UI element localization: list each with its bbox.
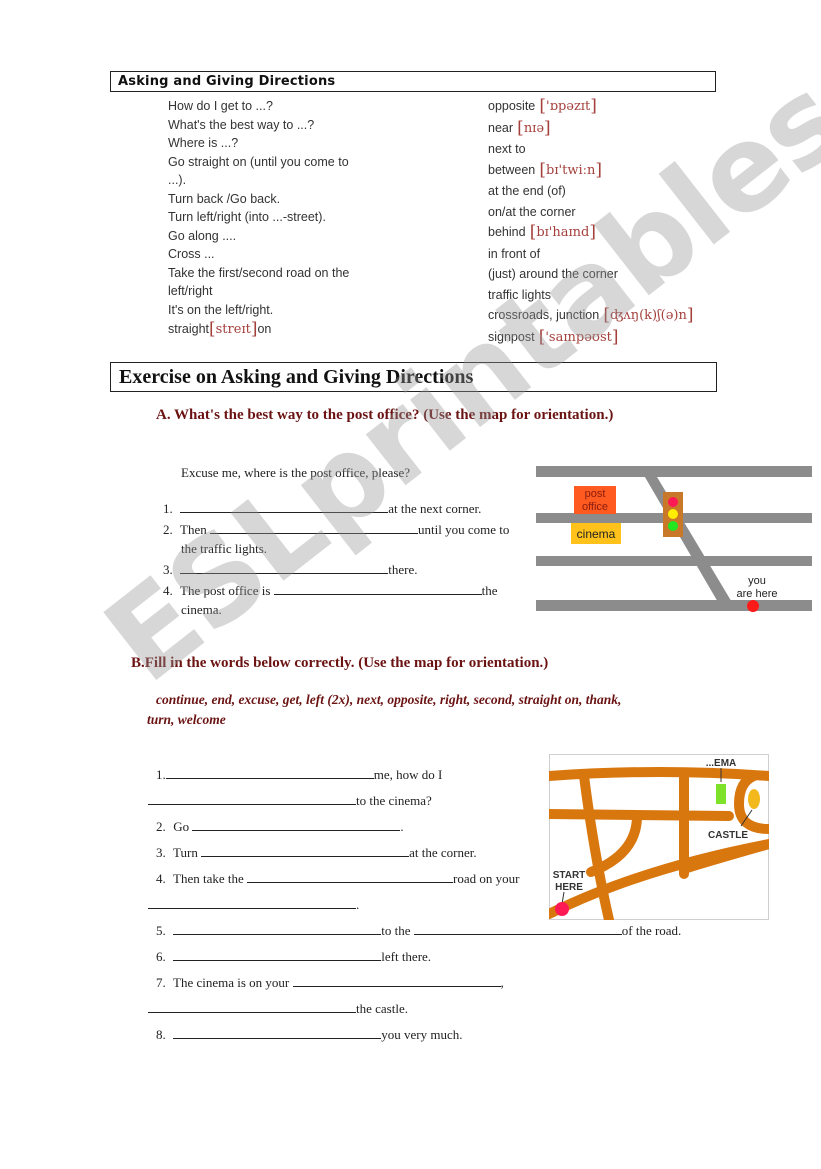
part-b-item-6: 6. left there.: [156, 947, 432, 964]
phrase-straight-on: straight[streɪt]on: [168, 319, 272, 339]
phonetic: [streɪt]: [209, 319, 258, 339]
answer-blank[interactable]: [180, 560, 389, 574]
cinema-label: cinema: [577, 527, 616, 541]
castle-building: [748, 789, 760, 809]
vocabulary-item: behind [bɪ'haɪnd]: [488, 222, 596, 242]
reference-title: Asking and Giving Directions: [118, 74, 336, 89]
part-b-item-8: 8. you very much.: [156, 1025, 463, 1042]
part-a-items: 1. at the next corner. 2. Then until you…: [163, 499, 533, 619]
phrase-list: How do I get to ...? What's the best way…: [168, 97, 398, 340]
phrase: Take the first/second road on the: [168, 265, 350, 280]
part-b-item-7: 7. The cinema is on your ,: [156, 973, 504, 990]
phrase: Cross ...: [168, 247, 215, 261]
cinema-label: ...EMA: [706, 758, 737, 769]
you-are-here-label-1: you: [748, 575, 766, 587]
part-a-item-3: 3. there.: [163, 560, 418, 577]
answer-blank[interactable]: [173, 921, 382, 935]
answer-blank[interactable]: [180, 499, 389, 513]
part-b-item-7-cont: the castle.: [148, 996, 708, 1022]
phrase: How do I get to ...?: [168, 99, 273, 113]
answer-blank[interactable]: [165, 765, 374, 779]
vocabulary-item: next to: [488, 142, 526, 156]
answer-blank[interactable]: [148, 791, 356, 805]
answer-blank[interactable]: [413, 921, 622, 935]
vocabulary-item: signpost ['saɪnpəʊst]: [488, 326, 619, 347]
start-label-2: HERE: [555, 882, 583, 893]
answer-blank[interactable]: [292, 973, 501, 987]
you-are-here-label-2: are here: [737, 588, 778, 600]
vocabulary-item: traffic lights: [488, 287, 551, 302]
reference-title-box: Asking and Giving Directions: [110, 71, 716, 92]
word-bank: continue, end, excuse, get, left (2x), n…: [147, 692, 622, 727]
vocabulary-item: on/at the corner: [488, 204, 576, 219]
castle-label: CASTLE: [708, 830, 748, 841]
phrase: Go straight on (until you come to: [168, 154, 349, 169]
vocabulary-item: in front of: [488, 246, 541, 261]
start-marker: [555, 902, 569, 916]
part-b-heading: B.Fill in the words below correctly. (Us…: [131, 655, 549, 671]
phrase: Go along ....: [168, 228, 237, 243]
phrase: Turn back /Go back.: [168, 191, 281, 206]
vocabulary-item: at the end (of): [488, 184, 566, 198]
phrase: It's on the left/right.: [168, 302, 274, 317]
phrase: left/right: [168, 284, 213, 298]
answer-blank[interactable]: [273, 581, 482, 595]
answer-blank[interactable]: [201, 843, 410, 857]
exercise-title: Exercise on Asking and Giving Directions: [119, 366, 474, 388]
cinema-building: [716, 784, 726, 804]
phonetic: [bɪ'haɪnd]: [529, 222, 596, 242]
vocabulary-list: opposite ['ɒpəzɪt] near [nɪə] next to betwe…: [488, 96, 723, 348]
answer-blank[interactable]: [173, 947, 382, 961]
part-a-heading: A. What's the best way to the post offic…: [156, 407, 614, 423]
answer-blank[interactable]: [247, 869, 454, 883]
part-a-item-2: 2. Then until you come to: [163, 520, 510, 537]
phonetic: [nɪə]: [517, 117, 551, 138]
part-a-item-4-cont: cinema.: [181, 602, 222, 617]
start-label-1: START: [553, 870, 586, 881]
exercise-title-box: Exercise on Asking and Giving Directions: [110, 362, 717, 392]
phrase: What's the best way to ...?: [168, 117, 315, 132]
vocabulary-item: between [bɪ'twiːn]: [488, 159, 603, 180]
part-a-item-2-cont: the traffic lights.: [181, 541, 268, 556]
vocabulary-item: (just) around the corner: [488, 267, 618, 281]
phonetic: [ʤʌŋ(k)ʃ(ə)n]: [603, 305, 694, 325]
phrase: Turn left/right (into ...-street).: [168, 210, 326, 224]
part-b-item-5: 5. to the of the road.: [156, 921, 682, 938]
post-office-label-1: post: [585, 488, 606, 500]
phonetic: [bɪ'twiːn]: [539, 159, 603, 180]
road: [536, 600, 812, 611]
you-are-here-marker: [747, 600, 759, 612]
vocabulary-item: near [nɪə]: [488, 117, 551, 138]
answer-blank[interactable]: [209, 520, 418, 534]
post-office-label-2: office: [582, 501, 608, 513]
answer-blank[interactable]: [148, 999, 356, 1013]
phonetic: ['saɪnpəʊst]: [538, 326, 619, 347]
map-cinema: ...EMA CASTLE START HERE: [549, 754, 769, 920]
map-post-office: post office cinema you are here: [536, 462, 812, 614]
phrase: Where is ...?: [168, 136, 239, 150]
vocabulary-item: crossroads, junction [ʤʌŋ(k)ʃ(ə)n]: [488, 305, 694, 325]
road: [536, 556, 812, 566]
part-a-item-4: 4. The post office is the: [163, 581, 498, 598]
answer-blank[interactable]: [148, 895, 356, 909]
road: [536, 466, 812, 477]
phonetic: ['ɒpəzɪt]: [539, 96, 597, 116]
answer-blank[interactable]: [192, 817, 401, 831]
vocabulary-item: opposite ['ɒpəzɪt]: [488, 96, 597, 116]
answer-blank[interactable]: [173, 1025, 382, 1039]
part-a-prompt: Excuse me, where is the post office, ple…: [181, 465, 410, 480]
part-a-item-1: 1. at the next corner.: [163, 499, 482, 516]
phrase: ...).: [168, 173, 187, 187]
